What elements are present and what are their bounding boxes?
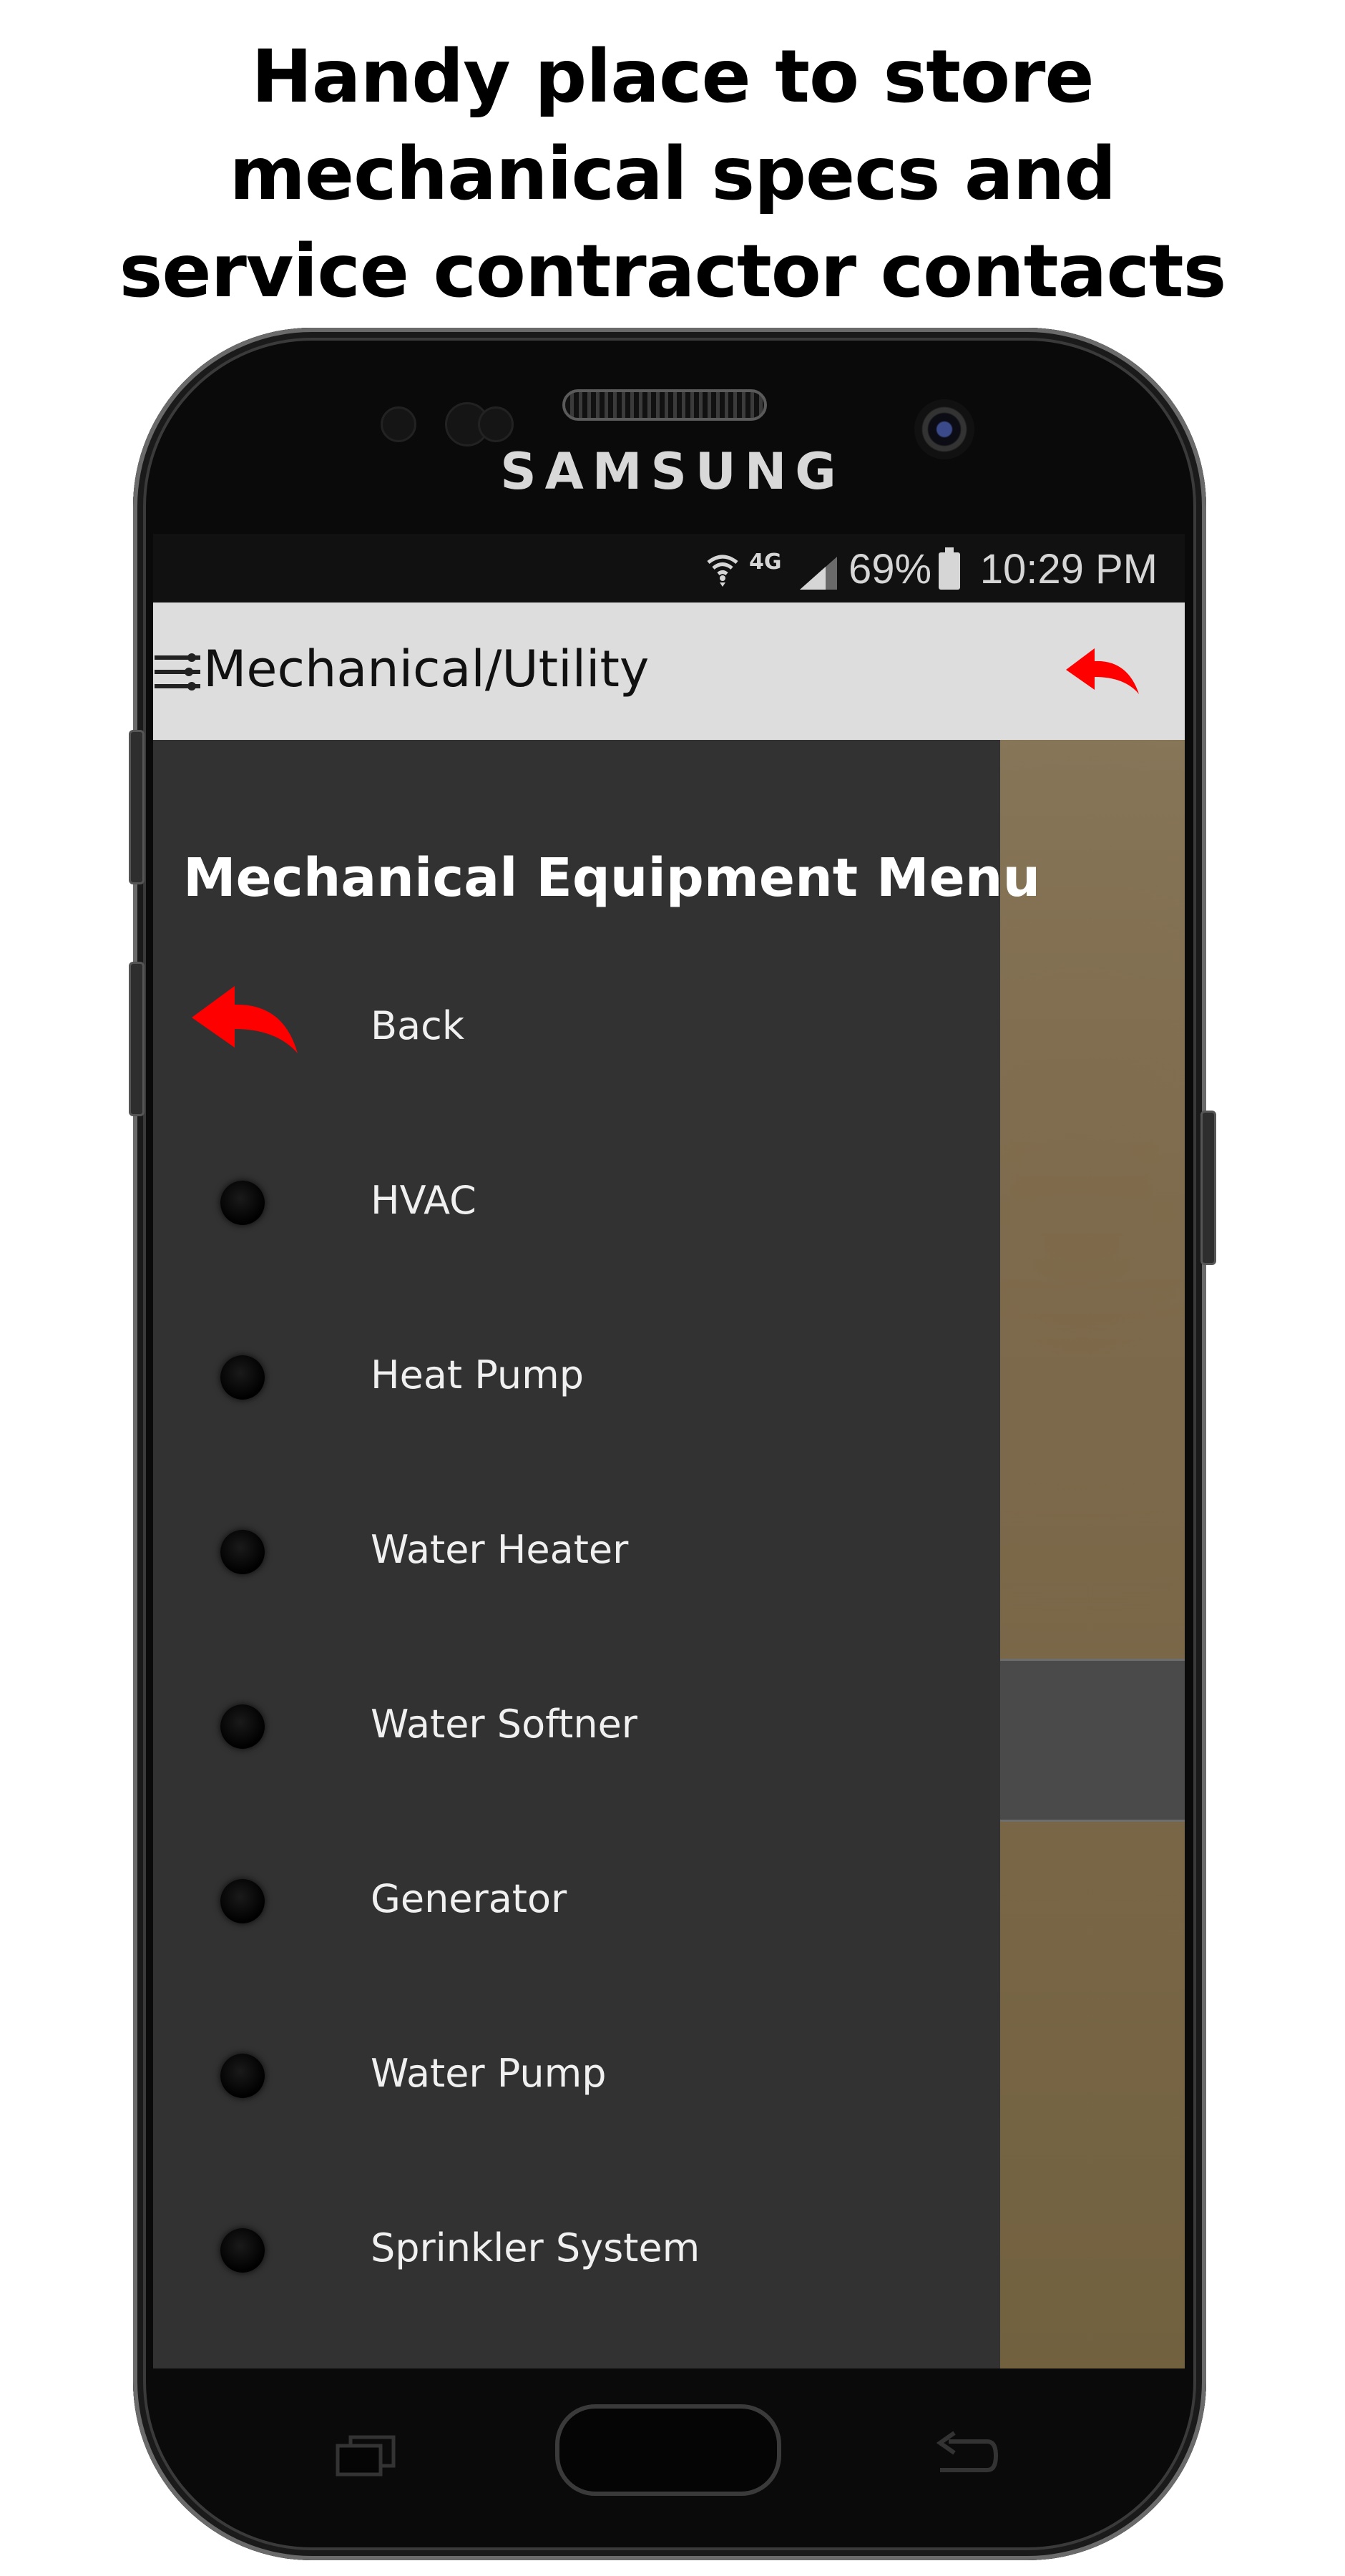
volume-up-button — [129, 730, 145, 884]
brand-logo: SAMSUNG — [500, 442, 845, 501]
volume-down-button — [129, 962, 145, 1116]
bullet-dot-icon — [220, 1530, 265, 1574]
navigation-drawer: Mechanical Equipment Menu Back HVAC Heat… — [153, 740, 1040, 2368]
power-button — [1200, 1111, 1216, 1265]
promo-headline: Handy place to store mechanical specs an… — [0, 29, 1345, 321]
proximity-sensor — [381, 406, 416, 442]
drawer-item-label: Water Heater — [371, 1527, 629, 1572]
headline-line-3: service contractor contacts — [119, 229, 1227, 314]
earpiece-speaker — [562, 389, 767, 421]
drawer-item-label: HVAC — [371, 1178, 476, 1223]
app-bar: Mechanical/Utility — [153, 602, 1185, 740]
drawer-item-heat-pump[interactable]: Heat Pump — [153, 1289, 1000, 1464]
home-button[interactable] — [555, 2404, 781, 2496]
bullet-dot-icon — [220, 2228, 265, 2273]
drawer-item-label: Sprinkler System — [371, 2225, 700, 2270]
drawer-item-label: Generator — [371, 1876, 567, 1921]
hamburger-menu-icon[interactable] — [153, 651, 203, 694]
status-bar: 4G 69% 10:29 PM — [153, 534, 1185, 602]
drawer-item-water-softner[interactable]: Water Softner — [153, 1639, 1000, 1813]
drawer-menu-list: Back HVAC Heat Pump Water Heater Water S… — [153, 940, 1000, 2337]
drawer-item-label: Heat Pump — [371, 1352, 584, 1397]
recent-apps-icon[interactable] — [333, 2434, 398, 2477]
drawer-item-label: Water Pump — [371, 2051, 607, 2096]
drawer-item-label: Back — [371, 1003, 465, 1048]
bullet-dot-icon — [220, 1704, 265, 1749]
drawer-item-water-heater[interactable]: Water Heater — [153, 1464, 1000, 1639]
headline-line-1: Handy place to store — [251, 34, 1094, 119]
drawer-item-sprinkler-system[interactable]: Sprinkler System — [153, 2162, 1000, 2337]
drawer-item-water-pump[interactable]: Water Pump — [153, 1988, 1000, 2162]
headline-line-2: mechanical specs and — [229, 132, 1117, 217]
phone-screen: 4G 69% 10:29 PM Mechanical/Utility Mecha… — [153, 534, 1185, 2368]
app-title: Mechanical/Utility — [203, 640, 650, 698]
wifi-icon — [707, 555, 738, 587]
drawer-item-hvac[interactable]: HVAC — [153, 1115, 1000, 1289]
ir-sensor — [478, 406, 514, 442]
drawer-item-label: Water Softner — [371, 1702, 637, 1747]
network-type: 4G — [749, 550, 782, 575]
drawer-item-generator[interactable]: Generator — [153, 1813, 1000, 1988]
battery-icon — [939, 547, 960, 590]
drawer-item-back[interactable]: Back — [153, 940, 1000, 1115]
status-time: 10:29 PM — [979, 546, 1158, 592]
bullet-dot-icon — [220, 1181, 265, 1225]
bullet-dot-icon — [220, 1879, 265, 1923]
red-back-arrow-icon[interactable] — [1063, 644, 1142, 701]
drawer-title: Mechanical Equipment Menu — [183, 847, 1041, 909]
battery-percent: 69% — [848, 546, 932, 592]
red-back-arrow-icon — [192, 986, 298, 1053]
bullet-dot-icon — [220, 2054, 265, 2098]
signal-icon — [800, 557, 837, 590]
bullet-dot-icon — [220, 1355, 265, 1400]
back-icon[interactable] — [930, 2430, 999, 2477]
